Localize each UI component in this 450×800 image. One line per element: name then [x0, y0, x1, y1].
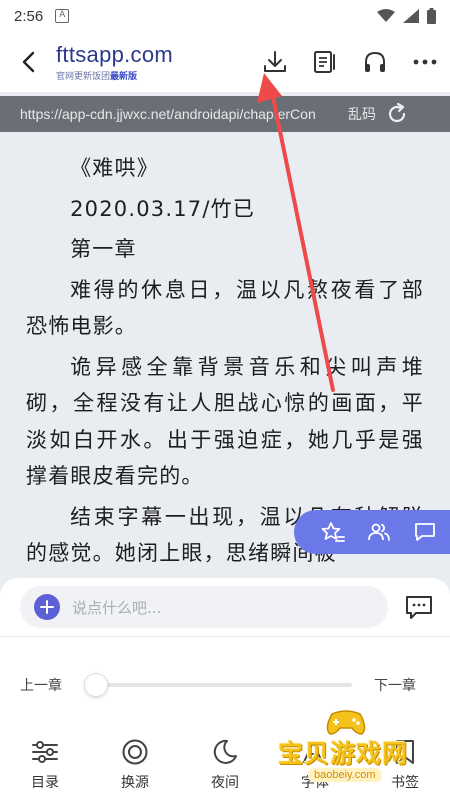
plus-icon [40, 600, 54, 614]
moon-icon [211, 738, 239, 766]
tab-label: 换源 [121, 775, 149, 791]
logo-text: fttsapp.com [56, 41, 174, 67]
comment-input[interactable]: 说点什么吧... [20, 586, 388, 628]
status-right [377, 8, 436, 24]
comment-row: 说点什么吧... [0, 578, 450, 636]
next-chapter-button[interactable]: 下一章 [374, 675, 416, 695]
tab-night-mode[interactable]: 夜间 [180, 730, 270, 800]
book-page-icon [314, 51, 335, 73]
chapter-title: 第一章 [70, 237, 137, 261]
prev-chapter-button[interactable]: 上一章 [20, 675, 62, 695]
status-app-icon: A [55, 9, 70, 23]
users-icon [368, 523, 390, 541]
signal-icon [403, 9, 419, 23]
reader-mode-button[interactable] [300, 32, 350, 92]
garbled-text-button[interactable]: 乱码 [348, 104, 376, 124]
community-button[interactable] [356, 510, 402, 554]
slider-track [84, 683, 352, 687]
back-arrow-icon [22, 51, 35, 73]
chat-button[interactable] [402, 510, 448, 554]
favorite-button[interactable] [310, 510, 356, 554]
site-logo: fttsapp.com 官网更新饭团最新版 [56, 41, 174, 82]
logo-subtitle: 官网更新饭团最新版 [56, 69, 173, 82]
listen-button[interactable] [350, 32, 400, 92]
tab-label: 夜间 [211, 775, 239, 791]
chapter-nav: 上一章 下一章 [0, 670, 450, 700]
divider [0, 636, 450, 637]
star-list-icon [321, 522, 345, 542]
header: fttsapp.com 官网更新饭团最新版 [0, 32, 450, 92]
headphones-icon [365, 51, 385, 72]
catalog-icon [31, 738, 59, 766]
watermark-text: 宝贝游戏网 [278, 739, 409, 768]
author-date: 2020.03.17/竹已 [70, 196, 256, 221]
slider-knob[interactable] [84, 673, 108, 697]
more-button[interactable] [400, 32, 450, 92]
watermark-url: baobeiy.com [308, 768, 382, 782]
status-bar: 2:56 A [0, 0, 450, 32]
book-title: 《难哄》 [70, 156, 159, 180]
status-time: 2:56 [14, 7, 44, 25]
header-actions [250, 32, 450, 92]
floating-action-pill [294, 510, 450, 554]
refresh-icon [388, 102, 406, 123]
paragraph: 难得的休息日，温以凡熬夜看了部恐怖电影。 [26, 277, 424, 339]
refresh-button[interactable] [384, 101, 410, 127]
paragraph: 诡异感全靠背景音乐和尖叫声堆砌，全程没有让人胆战心惊的画面，平淡如白开水。出于强… [26, 354, 424, 489]
comments-button[interactable] [404, 592, 434, 622]
wifi-icon [377, 9, 395, 22]
download-icon [264, 51, 286, 72]
back-button[interactable] [0, 32, 56, 92]
chapter-progress-slider[interactable] [84, 673, 352, 697]
add-comment-button[interactable] [34, 594, 60, 620]
source-url: https://app-cdn.jjwxc.net/androidapi/cha… [20, 106, 316, 122]
logo-subtitle-text: 官网更新饭团 [56, 71, 111, 82]
battery-icon [427, 8, 436, 24]
watermark: 宝贝游戏网 baobeiy.com [278, 706, 428, 790]
tab-catalog[interactable]: 目录 [0, 730, 90, 800]
tab-switch-source[interactable]: 换源 [90, 730, 180, 800]
gamepad-icon [326, 710, 366, 735]
chat-bubble-icon [415, 523, 435, 541]
comment-placeholder: 说点什么吧... [72, 598, 162, 617]
download-button[interactable] [250, 32, 300, 92]
comment-bubble-icon [406, 596, 432, 619]
tab-label: 目录 [31, 775, 59, 791]
switch-source-icon [121, 738, 149, 766]
logo-subtitle-highlight: 最新版 [110, 71, 138, 82]
url-bar: https://app-cdn.jjwxc.net/androidapi/cha… [0, 96, 450, 132]
more-dots-icon [413, 59, 437, 65]
